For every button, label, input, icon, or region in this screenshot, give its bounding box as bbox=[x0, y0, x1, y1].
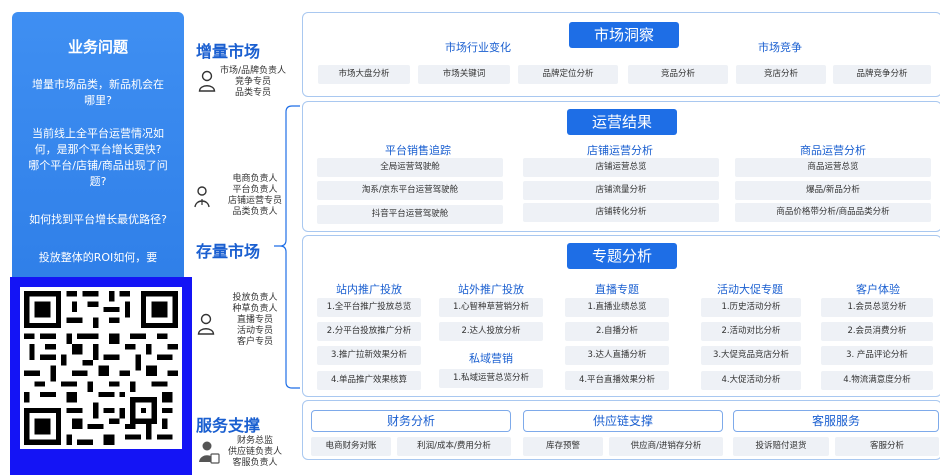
item-finance-reconcile[interactable]: 电商财务对账 bbox=[311, 437, 391, 456]
item-cx-1[interactable]: 1.会员总览分析 bbox=[821, 298, 933, 317]
group-product-ops: 商品运营分析 bbox=[800, 144, 866, 157]
section-title: 运营结果 bbox=[567, 109, 677, 135]
item-cx-4[interactable]: 4.物流满意度分析 bbox=[821, 371, 933, 390]
item-live-4[interactable]: 4.平台直播效果分析 bbox=[565, 371, 669, 390]
item-campaign-3[interactable]: 3.大促竞品竞店分析 bbox=[701, 346, 801, 365]
group-market-trend: 市场行业变化 bbox=[445, 41, 511, 54]
item-offsite-2[interactable]: 2.达人投放分析 bbox=[439, 322, 543, 341]
item-private-1[interactable]: 1.私域运营总览分析 bbox=[439, 369, 543, 388]
item-onsite-3[interactable]: 3.推广拉新效果分析 bbox=[317, 346, 421, 365]
person-icon bbox=[198, 70, 216, 92]
qr-code-icon bbox=[24, 291, 178, 445]
service-support-section: 财务分析 供应链支撑 客服服务 电商财务对账 利润/成本/费用分析 库存预警 供… bbox=[302, 400, 940, 460]
existing-market-bracket bbox=[274, 105, 300, 389]
item-tmall-jd-cockpit[interactable]: 淘系/京东平台运营驾驶舱 bbox=[317, 181, 503, 200]
question-2: 当前线上全平台运营情况如何，是那个平台增长更快? 哪个平台/店铺/商品出现了问题… bbox=[28, 127, 168, 188]
person-with-badge-icon bbox=[199, 441, 220, 464]
section-title: 专题分析 bbox=[567, 243, 677, 269]
item-live-3[interactable]: 3.达人直播分析 bbox=[565, 346, 669, 365]
item-douyin-cockpit[interactable]: 抖音平台运营驾驶舱 bbox=[317, 205, 503, 224]
ops-results-section: 运营结果 平台销售追踪 全局运营驾驶舱 淘系/京东平台运营驾驶舱 抖音平台运营驾… bbox=[302, 101, 940, 232]
item-store-traffic[interactable]: 店铺流量分析 bbox=[523, 181, 719, 200]
service-roles: 财务总监 供应链负责人 客服负责人 bbox=[227, 436, 282, 468]
item-market-overview[interactable]: 市场大盘分析 bbox=[318, 65, 410, 84]
group-market-competition: 市场竞争 bbox=[758, 41, 802, 54]
item-offsite-1[interactable]: 1.心智种草营销分析 bbox=[439, 298, 543, 317]
item-onsite-1[interactable]: 1.全平台推广投放总览 bbox=[317, 298, 421, 317]
business-questions-panel: 业务问题 增量市场品类，新品机会在哪里? 当前线上全平台运营情况如何，是那个平台… bbox=[12, 12, 184, 287]
question-4: 投放整体的ROI如何，要 bbox=[38, 251, 158, 264]
item-campaign-2[interactable]: 2.活动对比分析 bbox=[701, 322, 801, 341]
person-icon bbox=[197, 313, 215, 335]
group-supply-chain: 供应链支撑 bbox=[523, 410, 723, 432]
item-campaign-1[interactable]: 1.历史活动分析 bbox=[701, 298, 801, 317]
item-live-2[interactable]: 2.自播分析 bbox=[565, 322, 669, 341]
qr-code-frame bbox=[10, 277, 192, 475]
group-customer-service: 客服服务 bbox=[733, 410, 939, 432]
question-3: 如何找到平台增长最优路径? bbox=[29, 213, 167, 226]
qr-code[interactable] bbox=[20, 287, 182, 449]
category-existing-market: 存量市场 bbox=[196, 242, 261, 261]
item-hot-new-product[interactable]: 爆品/新品分析 bbox=[735, 181, 931, 200]
item-cx-3[interactable]: 3. 产品评论分析 bbox=[821, 346, 933, 365]
item-supplier-analysis[interactable]: 供应商/进销存分析 bbox=[609, 437, 723, 456]
category-incremental-market: 增量市场 bbox=[196, 42, 261, 61]
group-livestream: 直播专题 bbox=[595, 283, 639, 296]
item-store-conversion[interactable]: 店铺转化分析 bbox=[523, 203, 719, 222]
item-inventory-alert[interactable]: 库存预警 bbox=[523, 437, 603, 456]
group-offsite-promotion: 站外推广投放 bbox=[458, 283, 524, 296]
panel-title: 业务问题 bbox=[67, 38, 128, 56]
section-title: 市场洞察 bbox=[569, 22, 679, 48]
existing-roles: 投放负责人 种草负责人 直播专员 活动专员 客户专员 bbox=[232, 293, 278, 347]
item-onsite-2[interactable]: 2.分平台投放推广分析 bbox=[317, 322, 421, 341]
item-campaign-4[interactable]: 4.大促活动分析 bbox=[701, 371, 801, 390]
item-product-overview[interactable]: 商品运营总览 bbox=[735, 158, 931, 177]
group-campaign: 活动大促专题 bbox=[717, 283, 783, 296]
group-private-domain: 私域营销 bbox=[469, 352, 513, 365]
category-service-support: 服务支撑 bbox=[196, 416, 261, 435]
item-market-keywords[interactable]: 市场关键词 bbox=[418, 65, 510, 84]
item-brand-competition[interactable]: 品牌竞争分析 bbox=[833, 65, 931, 84]
item-competitor-product[interactable]: 竞品分析 bbox=[628, 65, 728, 84]
question-1: 增量市场品类，新品机会在哪里? bbox=[32, 78, 164, 107]
group-customer-experience: 客户体验 bbox=[856, 283, 900, 296]
item-competitor-store[interactable]: 竞店分析 bbox=[736, 65, 826, 84]
incremental-roles: 市场/品牌负责人 竞争专员 品类专员 bbox=[219, 66, 287, 98]
group-platform-sales: 平台销售追踪 bbox=[385, 144, 451, 157]
item-price-category[interactable]: 商品价格带分析/商品品类分析 bbox=[735, 203, 931, 222]
item-live-1[interactable]: 1.直播业绩总览 bbox=[565, 298, 669, 317]
item-profit-cost[interactable]: 利润/成本/费用分析 bbox=[397, 437, 511, 456]
item-brand-positioning[interactable]: 品牌定位分析 bbox=[518, 65, 618, 84]
group-onsite-promotion: 站内推广投放 bbox=[336, 283, 402, 296]
item-store-overview[interactable]: 店铺运营总览 bbox=[523, 158, 719, 177]
item-onsite-4[interactable]: 4.单品推广效果核算 bbox=[317, 371, 421, 390]
market-insight-section: 市场洞察 市场行业变化 市场竞争 市场大盘分析 市场关键词 品牌定位分析 竞品分… bbox=[302, 12, 940, 97]
group-finance: 财务分析 bbox=[311, 410, 511, 432]
item-complaint-return[interactable]: 投诉赔付退货 bbox=[733, 437, 829, 456]
group-store-ops: 店铺运营分析 bbox=[587, 144, 653, 157]
item-cs-analysis[interactable]: 客服分析 bbox=[835, 437, 939, 456]
item-cx-2[interactable]: 2.会员消费分析 bbox=[821, 322, 933, 341]
item-global-cockpit[interactable]: 全局运营驾驶舱 bbox=[317, 158, 503, 177]
person-icon bbox=[194, 186, 210, 208]
special-analysis-section: 专题分析 站内推广投放 1.全平台推广投放总览 2.分平台投放推广分析 3.推广… bbox=[302, 235, 940, 397]
